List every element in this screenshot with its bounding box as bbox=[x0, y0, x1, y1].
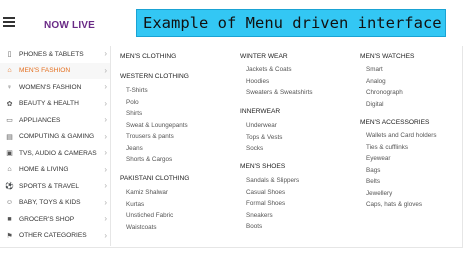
menu-link[interactable]: Digital bbox=[366, 101, 384, 108]
menu-link[interactable]: Kurtas bbox=[126, 201, 144, 208]
sidebar-item-label: BABY, TOYS & KIDS bbox=[19, 199, 81, 207]
heading-mens-accessories[interactable]: MEN'S ACCESSORIES bbox=[360, 119, 429, 126]
sidebar-item-tvs-audio-cameras[interactable]: ▣ TVS, AUDIO & CAMERAS › bbox=[0, 145, 110, 162]
menu-link[interactable]: Jackets & Coats bbox=[246, 66, 292, 73]
sidebar-item-computing-gaming[interactable]: ▤ COMPUTING & GAMING › bbox=[0, 129, 110, 146]
heading-western-clothing[interactable]: WESTERN CLOTHING bbox=[120, 73, 189, 80]
sidebar-item-beauty-health[interactable]: ✿ BEAUTY & HEALTH › bbox=[0, 96, 110, 113]
menu-link[interactable]: Hoodies bbox=[246, 78, 269, 85]
menu-link[interactable]: Boots bbox=[246, 223, 262, 230]
menu-link[interactable]: Shirts bbox=[126, 110, 142, 117]
menu-link[interactable]: Wallets and Card holders bbox=[366, 132, 436, 139]
chevron-right-icon: › bbox=[104, 230, 107, 240]
sidebar-item-label: SPORTS & TRAVEL bbox=[19, 182, 80, 190]
menu-link[interactable]: Formal Shoes bbox=[246, 200, 285, 207]
heading-mens-watches[interactable]: MEN'S WATCHES bbox=[360, 53, 414, 60]
menu-link[interactable]: Casual Shoes bbox=[246, 189, 285, 196]
sidebar-item-womens-fashion[interactable]: ♀ WOMEN'S FASHION › bbox=[0, 79, 110, 96]
sidebar-item-label: WOMEN'S FASHION bbox=[19, 83, 82, 91]
menu-link[interactable]: T-Shirts bbox=[126, 87, 148, 94]
sidebar-item-other-categories[interactable]: ⚑ OTHER CATEGORIES › bbox=[0, 228, 110, 245]
banner-text: Example of Menu driven interface bbox=[143, 14, 442, 32]
menu-link[interactable]: Unstiched Fabric bbox=[126, 212, 173, 219]
menu-link[interactable]: Chronograph bbox=[366, 89, 403, 96]
menu-link[interactable]: Sneakers bbox=[246, 212, 273, 219]
menu-link[interactable]: Waistcoats bbox=[126, 224, 157, 231]
sidebar-item-label: APPLIANCES bbox=[19, 116, 61, 124]
phone-icon: ▯ bbox=[7, 51, 12, 59]
home-icon: ⌂ bbox=[7, 166, 12, 174]
chevron-right-icon: › bbox=[104, 214, 107, 223]
menu-link[interactable]: Ties & cufflinks bbox=[366, 144, 408, 151]
baby-icon: ☺ bbox=[5, 199, 14, 207]
sidebar-item-label: TVS, AUDIO & CAMERAS bbox=[19, 149, 97, 157]
sidebar-item-home-living[interactable]: ⌂ HOME & LIVING › bbox=[0, 162, 110, 179]
chevron-right-icon: › bbox=[104, 115, 107, 124]
sidebar-item-label: OTHER CATEGORIES bbox=[19, 232, 87, 240]
appliance-icon: ▭ bbox=[6, 117, 13, 125]
tv-icon: ▣ bbox=[6, 150, 13, 158]
heading-innerwear[interactable]: INNERWEAR bbox=[240, 108, 280, 115]
cart-icon: ■ bbox=[7, 215, 12, 223]
menu-link[interactable]: Polo bbox=[126, 99, 139, 106]
chevron-right-icon: › bbox=[104, 164, 107, 174]
menu-link[interactable]: Underwear bbox=[246, 122, 277, 129]
heading-pakistani-clothing[interactable]: PAKISTANI CLOTHING bbox=[120, 175, 189, 182]
hamburger-menu-icon[interactable] bbox=[3, 17, 15, 27]
menu-link[interactable]: Jeans bbox=[126, 145, 143, 152]
sidebar-item-sports-travel[interactable]: ⚽ SPORTS & TRAVEL › bbox=[0, 178, 110, 195]
chevron-right-icon: › bbox=[104, 181, 107, 190]
heading-mens-shoes[interactable]: MEN'S SHOES bbox=[240, 163, 285, 170]
panel-bottom-border bbox=[0, 247, 463, 248]
menu-link[interactable]: Tops & Vests bbox=[246, 134, 282, 141]
panel-right-border bbox=[462, 46, 463, 248]
chevron-right-icon: › bbox=[104, 98, 107, 108]
sidebar-item-label: COMPUTING & GAMING bbox=[19, 133, 95, 141]
sidebar-item-label: GROCER'S SHOP bbox=[19, 215, 75, 223]
sidebar-item-label: BEAUTY & HEALTH bbox=[19, 100, 79, 108]
menu-link[interactable]: Eyewear bbox=[366, 155, 391, 162]
dress-icon: ♀ bbox=[6, 83, 13, 91]
menu-link[interactable]: Sandals & Slippers bbox=[246, 177, 299, 184]
sports-icon: ⚽ bbox=[5, 183, 14, 191]
heading-winter-wear[interactable]: WINTER WEAR bbox=[240, 53, 288, 60]
menu-link[interactable]: Kamiz Shalwar bbox=[126, 189, 168, 196]
sidebar-item-label: PHONES & TABLETS bbox=[19, 50, 84, 58]
menu-link[interactable]: Sweaters & Sweatshirts bbox=[246, 89, 313, 96]
menu-link[interactable]: Belts bbox=[366, 178, 380, 185]
menu-link[interactable]: Bags bbox=[366, 167, 380, 174]
computer-icon: ▤ bbox=[6, 133, 13, 141]
chevron-right-icon: › bbox=[104, 197, 107, 207]
chevron-right-icon: › bbox=[104, 131, 107, 141]
sidebar-item-mens-fashion[interactable]: ⌂ MEN'S FASHION › bbox=[0, 62, 110, 79]
menu-link[interactable]: Trousers & pants bbox=[126, 133, 174, 140]
sidebar-item-appliances[interactable]: ▭ APPLIANCES › bbox=[0, 112, 110, 129]
mega-menu-panel: MEN'S CLOTHING WESTERN CLOTHING T-Shirts… bbox=[112, 46, 462, 246]
beauty-icon: ✿ bbox=[6, 100, 13, 108]
menu-link[interactable]: Sweat & Loungepants bbox=[126, 122, 188, 129]
chevron-right-icon: › bbox=[104, 49, 107, 58]
heading-mens-clothing[interactable]: MEN'S CLOTHING bbox=[120, 53, 176, 60]
menu-link[interactable]: Socks bbox=[246, 145, 263, 152]
menu-link[interactable]: Smart bbox=[366, 66, 383, 73]
category-sidebar: ▯ PHONES & TABLETS › ⌂ MEN'S FASHION › ♀… bbox=[0, 46, 111, 246]
menu-link[interactable]: Analog bbox=[366, 78, 386, 85]
brand-now-live[interactable]: NOW LIVE bbox=[44, 20, 95, 31]
sidebar-item-label: MEN'S FASHION bbox=[19, 67, 71, 75]
sidebar-item-label: HOME & LIVING bbox=[19, 166, 69, 174]
menu-link[interactable]: Jewellery bbox=[366, 190, 392, 197]
menu-link[interactable]: Shorts & Cargos bbox=[126, 156, 172, 163]
chevron-right-icon: › bbox=[104, 148, 107, 157]
menu-link[interactable]: Caps, hats & gloves bbox=[366, 201, 422, 208]
chevron-right-icon: › bbox=[104, 82, 107, 91]
shirt-icon: ⌂ bbox=[7, 67, 12, 75]
chevron-right-icon: › bbox=[104, 65, 107, 75]
flag-icon: ⚑ bbox=[6, 232, 13, 240]
caption-banner: Example of Menu driven interface bbox=[136, 9, 446, 37]
sidebar-item-baby-toys-kids[interactable]: ☺ BABY, TOYS & KIDS › bbox=[0, 195, 110, 212]
sidebar-item-grocers-shop[interactable]: ■ GROCER'S SHOP › bbox=[0, 211, 110, 228]
sidebar-item-phones-tablets[interactable]: ▯ PHONES & TABLETS › bbox=[0, 46, 110, 63]
